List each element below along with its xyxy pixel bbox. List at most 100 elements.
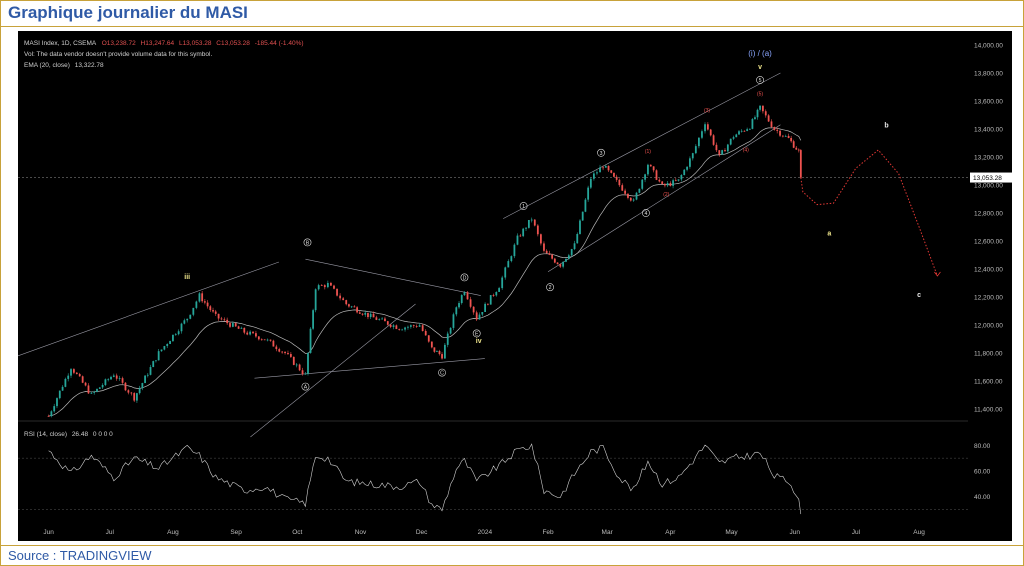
candle-body bbox=[475, 312, 478, 320]
candles bbox=[47, 105, 802, 418]
candle-body bbox=[779, 130, 781, 136]
month-tick-label: Mar bbox=[602, 529, 614, 536]
candle-body bbox=[53, 406, 56, 412]
label-D: D bbox=[463, 275, 467, 281]
candle-body bbox=[686, 166, 688, 170]
label-c: c bbox=[917, 292, 921, 299]
candle-body bbox=[458, 303, 460, 308]
candle-body bbox=[629, 197, 632, 201]
month-tick-label: May bbox=[725, 529, 738, 536]
candle-body bbox=[672, 180, 674, 186]
candle-body bbox=[565, 258, 567, 262]
candle-body bbox=[784, 135, 787, 137]
candle-body bbox=[492, 295, 495, 296]
candle-body bbox=[652, 166, 655, 171]
candle-body bbox=[797, 149, 800, 151]
label-2: 2 bbox=[549, 285, 552, 291]
candle-body bbox=[460, 295, 463, 304]
candle-body bbox=[709, 129, 712, 136]
price-tick-label: 13,200.00 bbox=[974, 155, 1003, 162]
candle-body bbox=[195, 301, 198, 308]
candle-body bbox=[375, 317, 378, 320]
candle-body bbox=[607, 165, 610, 171]
candle-body bbox=[421, 325, 424, 331]
candle-body bbox=[157, 351, 160, 361]
month-tick-label: Oct bbox=[292, 529, 302, 536]
candle-body bbox=[683, 169, 686, 176]
candle-body bbox=[610, 170, 613, 173]
candle-body bbox=[203, 301, 206, 303]
candle-body bbox=[398, 328, 401, 330]
candle-body bbox=[584, 199, 587, 212]
candle-body bbox=[589, 178, 592, 188]
candle-body bbox=[278, 349, 281, 352]
candle-body bbox=[330, 282, 332, 286]
candle-body bbox=[689, 158, 691, 167]
candle-body bbox=[638, 188, 641, 193]
candle-body bbox=[220, 318, 223, 320]
candle-body bbox=[559, 264, 562, 267]
month-tick-label: Aug bbox=[913, 529, 925, 536]
candle-body bbox=[455, 307, 458, 315]
candle-body bbox=[438, 351, 441, 355]
candle-body bbox=[212, 310, 214, 312]
candle-body bbox=[746, 129, 749, 131]
candle-body bbox=[226, 319, 229, 324]
candle-body bbox=[484, 303, 487, 313]
candle-body bbox=[160, 349, 163, 352]
ema-line bbox=[48, 127, 802, 417]
label-degree: (i) / (a) bbox=[748, 49, 772, 58]
candle-body bbox=[735, 134, 738, 138]
candle-body bbox=[138, 388, 141, 394]
candle-body bbox=[618, 179, 621, 186]
ema-path bbox=[48, 127, 802, 417]
candle-body bbox=[115, 375, 118, 379]
price-tick-label: 12,600.00 bbox=[974, 239, 1003, 246]
candle-body bbox=[301, 370, 304, 375]
source-note: Source : TRADINGVIEW bbox=[8, 548, 152, 563]
candle-body bbox=[698, 137, 700, 147]
candle-body bbox=[604, 165, 607, 168]
month-tick-label: Apr bbox=[665, 529, 676, 536]
candle-body bbox=[320, 285, 323, 286]
candle-body bbox=[84, 382, 87, 386]
candle-body bbox=[701, 131, 703, 138]
candle-body bbox=[704, 124, 706, 132]
candle-body bbox=[781, 135, 784, 137]
candle-body bbox=[446, 333, 449, 345]
trend-line bbox=[305, 258, 481, 296]
candle-body bbox=[307, 352, 309, 374]
candle-body bbox=[599, 167, 601, 173]
candle-body bbox=[272, 340, 275, 347]
candle-body bbox=[522, 228, 525, 237]
candle-body bbox=[133, 393, 136, 401]
trend-line bbox=[17, 261, 280, 357]
candle-body bbox=[527, 220, 530, 228]
candle-body bbox=[787, 135, 790, 138]
candle-body bbox=[110, 376, 112, 380]
candle-body bbox=[130, 392, 133, 394]
candle-body bbox=[724, 150, 726, 152]
candle-body bbox=[186, 318, 189, 321]
projection-path bbox=[800, 149, 941, 277]
candle-body bbox=[369, 313, 372, 318]
candle-body bbox=[507, 261, 510, 268]
symbol-line: MASI Index, 1D, CSEMA O13,238.72 H13,247… bbox=[24, 40, 304, 47]
projection-line bbox=[800, 149, 938, 277]
candle-body bbox=[234, 323, 237, 327]
candle-body bbox=[314, 289, 317, 311]
candle-body bbox=[669, 183, 672, 186]
candle-body bbox=[67, 375, 70, 379]
candle-body bbox=[104, 379, 107, 385]
candle-body bbox=[740, 130, 743, 132]
candle-body bbox=[721, 150, 724, 155]
candle-body bbox=[353, 306, 356, 308]
candle-body bbox=[472, 306, 475, 313]
candle-body bbox=[674, 180, 677, 182]
candle-body bbox=[81, 376, 84, 383]
price-tick-label: 11,600.00 bbox=[974, 379, 1003, 386]
candle-body bbox=[257, 336, 260, 340]
candle-body bbox=[647, 164, 649, 175]
candle-body bbox=[304, 373, 307, 375]
candle-body bbox=[389, 324, 392, 327]
